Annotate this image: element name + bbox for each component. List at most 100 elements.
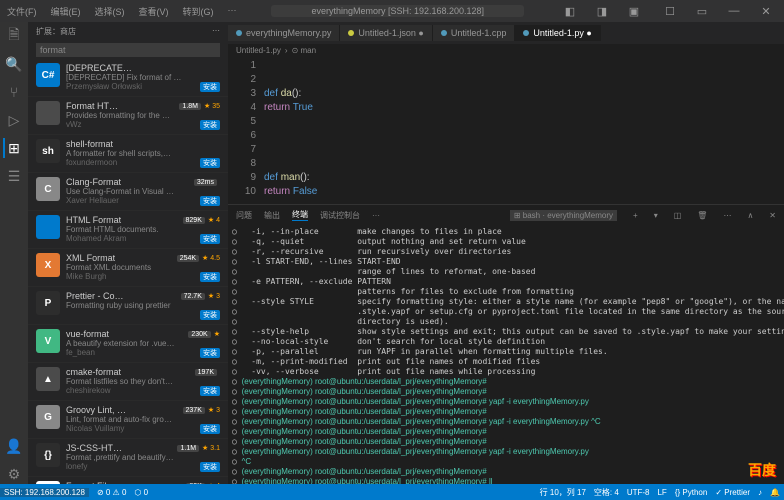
install-button[interactable]: 安装 [200, 120, 220, 130]
panel-tab[interactable]: 终端 [292, 209, 308, 221]
install-button[interactable]: 安装 [200, 462, 220, 472]
layout-button[interactable]: ◨ [588, 5, 616, 18]
extension-item[interactable]: ▲ cmake-format197K Format listfiles so t… [28, 363, 228, 401]
status-bar: SSH: 192.168.200.128 ⊘ 0 ⚠ 0 ⬡ 0 行 10，列 1… [0, 484, 784, 500]
install-button[interactable]: 安装 [200, 272, 220, 282]
extension-item[interactable]: V vue-format230K★ A beautify extension f… [28, 325, 228, 363]
menu-bar[interactable]: 文件(F) 编辑(E) 选择(S) 查看(V) 转到(G) ··· [4, 3, 240, 20]
terminal-selector[interactable]: ⊞ bash · everythingMemory [510, 210, 617, 221]
sidebar-title: 扩展：商店 [36, 26, 76, 37]
watermark: 百度 [748, 460, 776, 480]
menu-item[interactable]: 文件(F) [4, 3, 40, 20]
panel-tab[interactable]: 输出 [264, 210, 280, 221]
status-item[interactable]: ⊘ 0 ⚠ 0 [97, 488, 126, 497]
menu-item[interactable]: 选择(S) [92, 3, 128, 20]
file-icon [523, 30, 529, 36]
scm-icon[interactable]: ⑂ [4, 82, 24, 102]
editor-tab[interactable]: Untitled-1.py ● [515, 25, 600, 41]
status-item[interactable]: LF [657, 488, 666, 497]
code-content[interactable]: def da(): return True def man(): return … [264, 59, 784, 204]
extension-item[interactable]: G Groovy Lint, …237K★ 3 Lint, format and… [28, 401, 228, 439]
editor-tab[interactable]: Untitled-1.json ● [340, 25, 432, 41]
panel-action-icon[interactable]: ⋯ [723, 211, 731, 220]
panel-action-icon[interactable]: ◫ [674, 211, 682, 220]
panel-tab[interactable]: ··· [372, 211, 380, 220]
status-item[interactable]: 行 10，列 17 [540, 488, 586, 497]
filter-icon[interactable]: ⋯ [212, 26, 220, 37]
extension-item[interactable]: {} JS-CSS-HT…1.1M★ 3.1 Format ,prettify … [28, 439, 228, 477]
window-button[interactable]: ▭ [688, 5, 716, 18]
menu-item[interactable]: 转到(G) [180, 3, 217, 20]
menu-item[interactable]: 查看(V) [136, 3, 172, 20]
extension-item[interactable]: C# [DEPRECATE… [DEPRECATED] Fix format o… [28, 59, 228, 97]
gear-icon[interactable]: ⚙ [4, 464, 24, 484]
files-icon[interactable]: 🗎 [4, 26, 24, 46]
ext-icon: X [36, 253, 60, 277]
status-item[interactable]: ♪ [758, 488, 762, 497]
account-icon[interactable]: 👤 [4, 436, 24, 456]
ext-icon: P [36, 291, 60, 315]
ext-icon: sh [36, 139, 60, 163]
layout-button[interactable]: ▣ [620, 5, 648, 18]
status-item[interactable]: 空格: 4 [594, 488, 619, 497]
install-button[interactable]: 安装 [200, 310, 220, 320]
extension-search[interactable]: format [36, 43, 220, 57]
install-button[interactable]: 安装 [200, 196, 220, 206]
extension-item[interactable]: Format HT…1.8M★ 35 Provides formatting f… [28, 97, 228, 135]
status-item[interactable]: {} Python [675, 488, 707, 497]
extension-item[interactable]: P Prettier - Co…72.7K★ 3 Formatting ruby… [28, 287, 228, 325]
status-item[interactable]: ⬡ 0 [134, 488, 148, 497]
terminal[interactable]: ○ -i, --in-place make changes to files i… [228, 225, 784, 484]
ext-icon: V [36, 329, 60, 353]
file-icon [348, 30, 354, 36]
status-item[interactable]: 🔔 [770, 488, 780, 497]
window-button[interactable]: ✕ [752, 5, 780, 18]
install-button[interactable]: 安装 [200, 82, 220, 92]
menu-item[interactable]: ··· [225, 3, 240, 20]
install-button[interactable]: 安装 [200, 234, 220, 244]
ext-icon: ○ [36, 481, 60, 484]
panel: 问题 输出 终端 调试控制台 ··· ⊞ bash · everythingMemory +… [228, 204, 784, 484]
editor-tab[interactable]: everythingMemory.py [228, 25, 340, 41]
install-button[interactable]: 安装 [200, 348, 220, 358]
breadcrumb[interactable]: Untitled-1.py›⊙ man [228, 44, 784, 57]
editor-tab[interactable]: Untitled-1.cpp [433, 25, 516, 41]
window-controls[interactable]: ☐ ▭ — ✕ [656, 5, 780, 18]
ext-icon [36, 101, 60, 125]
layout-button[interactable]: ◧ [556, 5, 584, 18]
ext-icon: G [36, 405, 60, 429]
panel-action-icon[interactable]: ∧ [747, 211, 753, 220]
search-icon[interactable]: 🔍 [4, 54, 24, 74]
window-button[interactable]: ☐ [656, 5, 684, 18]
extension-item[interactable]: X XML Format254K★ 4.5 Format XML documen… [28, 249, 228, 287]
panel-action-icon[interactable]: ▾ [654, 211, 658, 220]
editor-tabs: everythingMemory.pyUntitled-1.json ●Unti… [228, 22, 784, 44]
extension-item[interactable]: HTML Format829K★ 4 Format HTML documents… [28, 211, 228, 249]
install-button[interactable]: 安装 [200, 386, 220, 396]
extension-item[interactable]: C Clang-Format32ms Use Clang-Format in V… [28, 173, 228, 211]
panel-action-icon[interactable]: + [633, 211, 638, 220]
remote-icon[interactable]: ☰ [4, 166, 24, 186]
panel-tab[interactable]: 问题 [236, 210, 252, 221]
command-center[interactable]: everythingMemory [SSH: 192.168.200.128] [271, 5, 524, 17]
status-item[interactable]: UTF-8 [627, 488, 650, 497]
ext-icon: C# [36, 63, 60, 87]
extensions-icon[interactable]: ⊞ [3, 138, 23, 158]
ext-icon [36, 215, 60, 239]
window-button[interactable]: — [720, 5, 748, 18]
install-button[interactable]: 安装 [200, 158, 220, 168]
layout-controls[interactable]: ◧ ◨ ▣ [556, 5, 648, 18]
extension-item[interactable]: sh shell-format A formatter for shell sc… [28, 135, 228, 173]
sidebar: 扩展：商店 ⋯ format C# [DEPRECATE… [DEPRECATE… [28, 22, 228, 484]
panel-action-icon[interactable]: 🗑 [697, 211, 707, 220]
menu-item[interactable]: 编辑(E) [48, 3, 84, 20]
install-button[interactable]: 安装 [200, 424, 220, 434]
extension-item[interactable]: ○ Format Files80K★ 4 Jbockle 安装 [28, 477, 228, 484]
panel-tab[interactable]: 调试控制台 [320, 210, 360, 221]
ext-icon: C [36, 177, 60, 201]
activity-bar: 🗎 🔍 ⑂ ▷ ⊞ ☰ 👤 ⚙ [0, 22, 28, 484]
remote-status[interactable]: SSH: 192.168.200.128 [0, 488, 89, 497]
status-item[interactable]: ✓ Prettier [715, 488, 750, 497]
panel-action-icon[interactable]: ✕ [769, 211, 776, 220]
run-icon[interactable]: ▷ [4, 110, 24, 130]
